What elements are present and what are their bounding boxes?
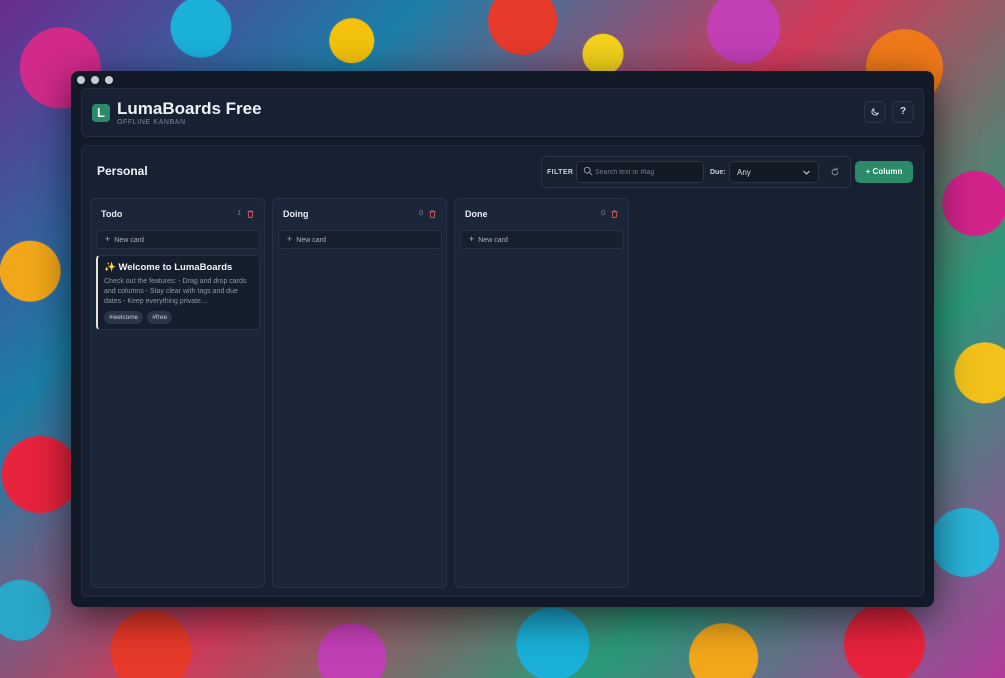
column-title[interactable]: Doing	[283, 209, 309, 219]
column-todo: Todo 1 + New card ✨ Welcome to LumaBoards…	[90, 198, 265, 588]
app-title: LumaBoards Free	[117, 99, 262, 118]
new-card-button[interactable]: + New card	[460, 230, 624, 249]
trash-icon[interactable]	[610, 209, 619, 219]
moon-icon	[871, 108, 879, 116]
new-card-label: New card	[296, 237, 326, 244]
app-window: L LumaBoards Free OFFLINE KANBAN ? Perso…	[71, 71, 934, 607]
due-select[interactable]: Any	[729, 161, 819, 183]
column-doing: Doing 0 + New card	[272, 198, 447, 588]
column-count: 0	[601, 210, 605, 217]
plus-icon: +	[287, 234, 293, 244]
search-icon	[583, 166, 593, 176]
column-title[interactable]: Todo	[101, 209, 122, 219]
trash-icon[interactable]	[246, 209, 255, 219]
app-subtitle: OFFLINE KANBAN	[117, 119, 186, 126]
search-input[interactable]	[595, 165, 700, 180]
app-logo: L	[92, 104, 110, 122]
card-description: Check out the features: - Drag and drop …	[104, 278, 247, 305]
new-card-label: New card	[114, 237, 144, 244]
refresh-icon	[831, 167, 839, 176]
new-card-button[interactable]: + New card	[96, 230, 260, 249]
plus-icon: +	[469, 234, 475, 244]
due-label: Due:	[710, 169, 726, 176]
help-button[interactable]: ?	[892, 101, 914, 123]
due-select-value: Any	[737, 168, 751, 177]
theme-toggle-button[interactable]	[864, 101, 886, 123]
reset-filter-button[interactable]	[825, 162, 845, 182]
window-controls	[77, 76, 113, 84]
card-tags: #welcome #free	[104, 311, 173, 324]
column-done: Done 0 + New card	[454, 198, 629, 588]
app-header: L LumaBoards Free OFFLINE KANBAN ?	[81, 88, 924, 137]
column-count: 0	[419, 210, 423, 217]
card[interactable]: ✨ Welcome to LumaBoards Check out the fe…	[96, 255, 260, 330]
search-box[interactable]	[576, 161, 704, 183]
board-title: Personal	[97, 164, 148, 178]
column-count: 1	[237, 210, 241, 217]
filter-label: FILTER	[547, 169, 574, 176]
minimize-dot[interactable]	[91, 76, 99, 84]
maximize-dot[interactable]	[105, 76, 113, 84]
filter-bar: FILTER Due: Any	[541, 156, 851, 188]
trash-icon[interactable]	[428, 209, 437, 219]
tag-badge[interactable]: #free	[147, 311, 173, 324]
column-title[interactable]: Done	[465, 209, 488, 219]
new-card-label: New card	[478, 237, 508, 244]
new-card-button[interactable]: + New card	[278, 230, 442, 249]
close-dot[interactable]	[77, 76, 85, 84]
tag-badge[interactable]: #welcome	[104, 311, 144, 324]
plus-icon: +	[105, 234, 111, 244]
chevron-down-icon	[803, 170, 810, 175]
add-column-button[interactable]: + Column	[855, 161, 913, 183]
card-title: ✨ Welcome to LumaBoards	[104, 262, 233, 273]
board: Personal FILTER Due: Any	[81, 145, 924, 597]
